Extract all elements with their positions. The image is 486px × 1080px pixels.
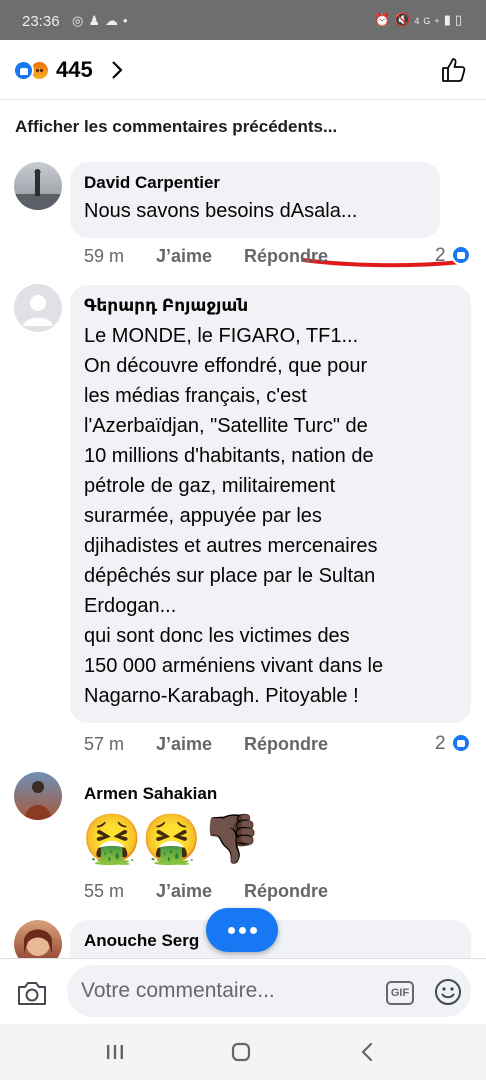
status-bar: 23:36 ◎♟☁• ⏰🔇4G+▮▯ [0, 0, 486, 40]
status-left-icons: ◎♟☁• [72, 13, 133, 29]
like-comment-button[interactable]: J’aime [156, 246, 212, 267]
view-previous-comments-link[interactable]: Afficher les commentaires précédents... [15, 117, 337, 137]
camera-icon[interactable] [16, 979, 48, 1007]
recents-icon[interactable] [100, 1038, 130, 1066]
comment-reaction-count[interactable]: 2 [435, 245, 446, 267]
like-comment-button[interactable]: J’aime [156, 881, 212, 902]
home-icon[interactable] [226, 1038, 256, 1066]
battery-icon: ▯ [454, 12, 466, 27]
comment-bubble[interactable]: David Carpentier Nous savons besoins dAs… [70, 162, 440, 238]
comment-actions: 57 m J’aime Répondre [84, 734, 474, 758]
comments-sheet: 445 Afficher les commentaires précédents… [0, 40, 486, 1024]
comment-line: l'Azerbaïdjan, "Satellite Turc" de [84, 415, 368, 437]
comment-line: Nagarno-Karabagh. Pitoyable ! [84, 685, 359, 707]
status-right-icons: ⏰🔇4G+▮▯ [374, 12, 466, 28]
comment-time: 59 m [84, 246, 125, 266]
comment-emojis: 🤮🤮👎🏿 [82, 812, 261, 868]
like-comment-button[interactable]: J’aime [156, 734, 212, 755]
comment-line: qui sont donc les victimes des [84, 625, 350, 647]
gif-icon[interactable]: GIF [386, 981, 414, 1005]
avatar-photo-icon [24, 781, 52, 820]
comment-line: djihadistes et autres mercenaires [84, 535, 378, 557]
dot-icon [250, 927, 257, 934]
comment-line: surarmée, appuyée par les [84, 505, 322, 527]
comment-line: Le MONDE, le FIGARO, TF1... [84, 325, 359, 347]
reaction-count[interactable]: 445 [56, 57, 93, 83]
avatar[interactable] [14, 772, 62, 820]
signal-icon: ▮ [443, 12, 455, 27]
comment-line: 150 000 arméniens vivant dans le [84, 655, 384, 677]
comment-line: Erdogan... [84, 595, 177, 617]
comment-line: les médias français, c'est [84, 385, 307, 407]
comment-line: pétrole de gaz, militairement [84, 475, 336, 497]
dot-icon [228, 927, 235, 934]
reaction-icons[interactable] [13, 60, 53, 82]
mute-icon: 🔇 [394, 12, 415, 27]
comment-line: On découvre effondré, que pour [84, 355, 368, 377]
like-reaction-icon [451, 733, 471, 753]
thumbs-down-emoji: 👎🏿 [201, 813, 262, 866]
comment-bubble[interactable]: Գերարդ Բոյաջյան Le MONDE, le FIGARO, TF1… [70, 285, 471, 723]
reply-button[interactable]: Répondre [244, 734, 328, 755]
comment-author[interactable]: Armen Sahakian [84, 783, 217, 805]
like-button-icon[interactable] [440, 56, 468, 84]
back-icon[interactable] [353, 1038, 383, 1066]
smiley-icon[interactable] [434, 978, 462, 1006]
comment-text: Le MONDE, le FIGARO, TF1... On découvre … [84, 321, 457, 711]
dot-icon: • [123, 13, 133, 28]
avatar[interactable] [14, 284, 62, 332]
system-nav-bar [0, 1024, 486, 1080]
like-reaction-icon [13, 60, 34, 81]
comment-actions: 55 m J’aime Répondre [84, 881, 474, 905]
dot-icon [239, 927, 246, 934]
nauseated-face-emoji: 🤮 [141, 813, 202, 866]
comment-text: Nous savons besoins dAsala... [84, 200, 358, 222]
like-reaction-icon [451, 245, 471, 265]
reply-button[interactable]: Répondre [244, 881, 328, 902]
person-icon: ♟ [88, 13, 105, 28]
comment-line: 10 millions d'habitants, nation de [84, 445, 374, 467]
comment-time: 57 m [84, 734, 125, 754]
avatar-photo-icon [14, 169, 62, 210]
reactions-header[interactable]: 445 [0, 40, 486, 100]
comment-reaction-count[interactable]: 2 [435, 733, 446, 755]
comment-author[interactable]: David Carpentier [84, 172, 426, 194]
more-options-button[interactable] [206, 908, 278, 952]
comment-author[interactable]: Գերարդ Բոյաջյան [84, 295, 457, 317]
reply-button[interactable]: Répondre [244, 246, 328, 267]
cloud-icon: ☁ [105, 13, 123, 28]
nauseated-face-emoji: 🤮 [82, 813, 142, 866]
comment-time: 55 m [84, 881, 125, 901]
alarm-icon: ⏰ [374, 12, 395, 27]
chevron-right-icon[interactable] [110, 60, 124, 80]
comment-line: dépêchés sur place par le Sultan [84, 565, 376, 587]
comment-composer: GIF [0, 958, 486, 1024]
comment-actions: 59 m J’aime Répondre [84, 246, 474, 270]
whatsapp-icon: ◎ [72, 13, 89, 28]
avatar[interactable] [14, 162, 62, 210]
signal-4g-icon: 4G+ [414, 16, 444, 26]
default-avatar-icon [23, 295, 53, 326]
status-time: 23:36 [22, 13, 60, 30]
